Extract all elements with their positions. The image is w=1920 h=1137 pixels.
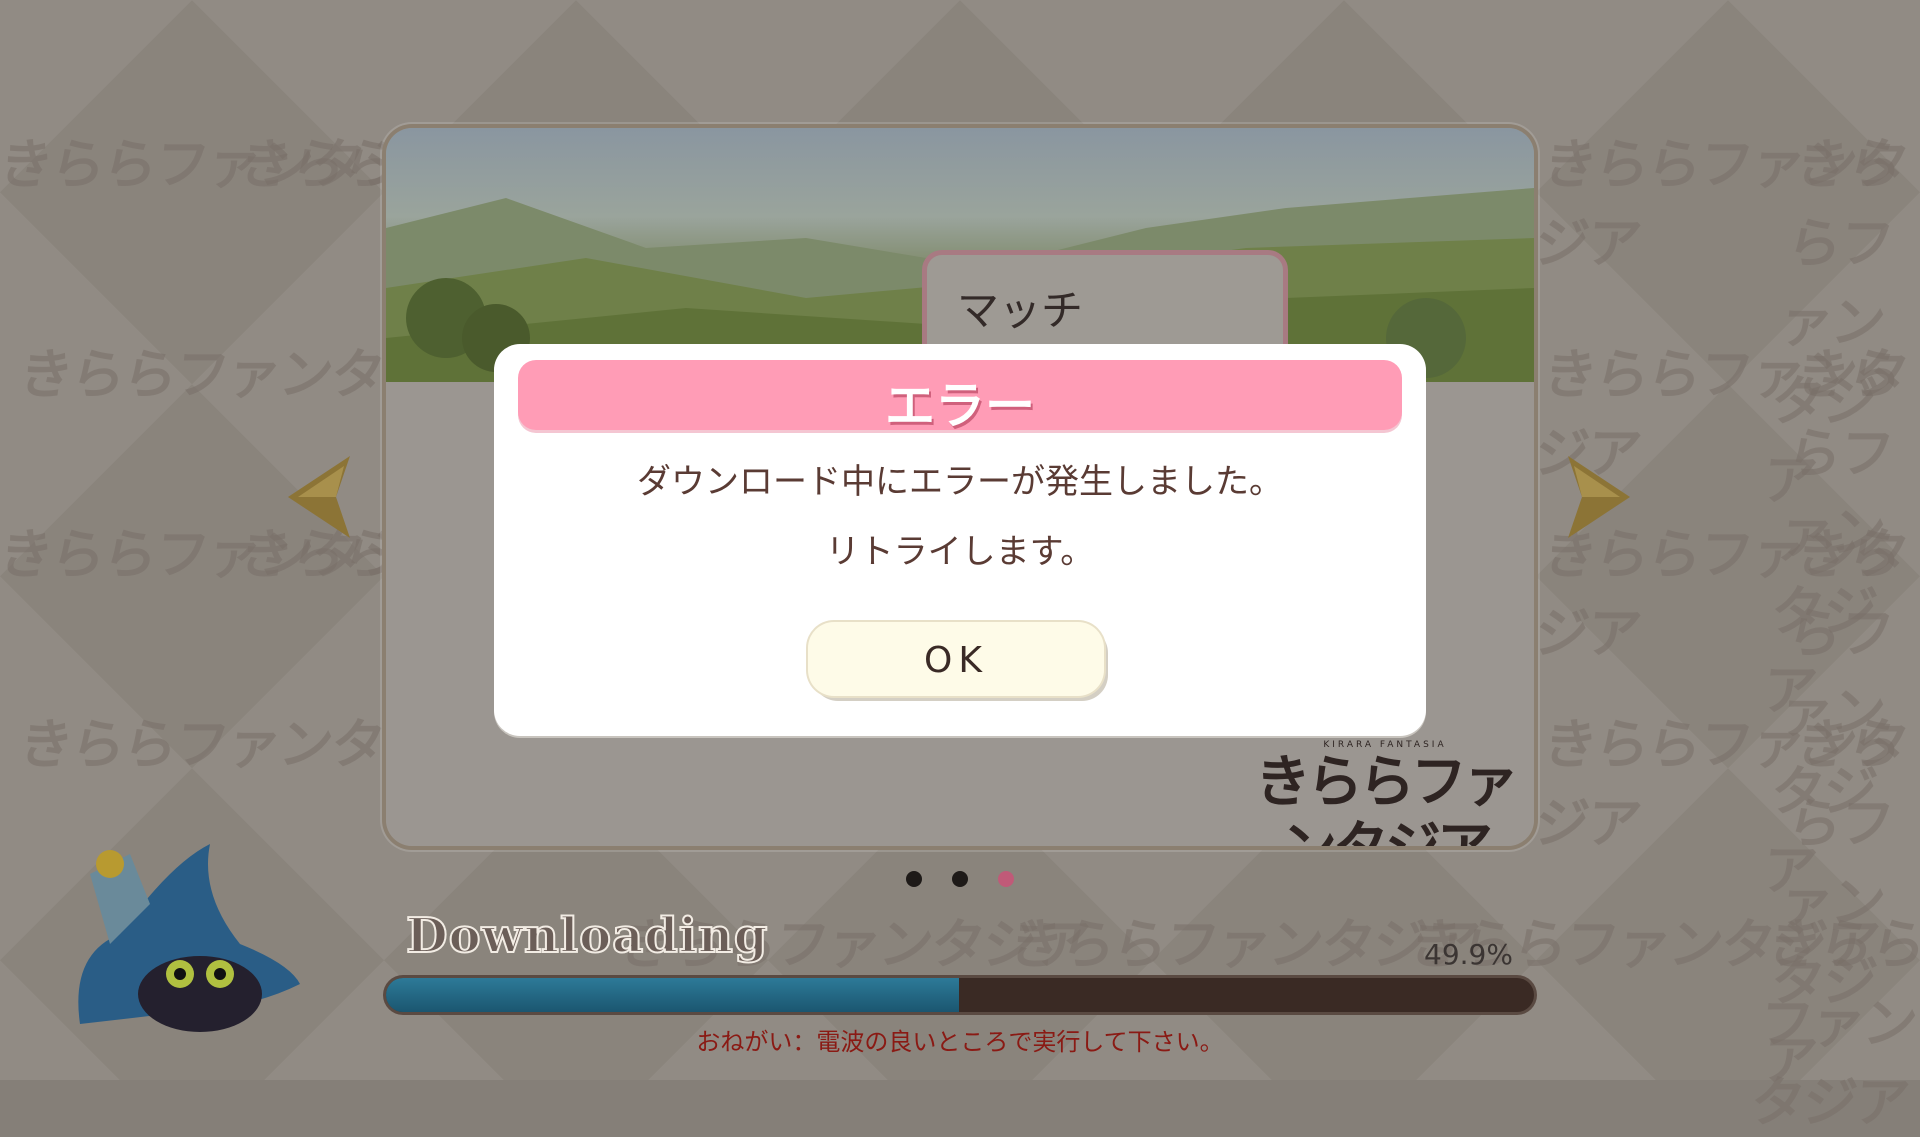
logo-subtitle: KIRARA FANTASIA <box>1323 740 1447 750</box>
carousel-dot[interactable] <box>906 871 922 887</box>
logo-text: きららファンタジア <box>1255 750 1519 846</box>
game-logo: KIRARA FANTASIA きららファンタジア <box>1250 740 1520 846</box>
watermark-logo: きららファンタジア <box>1747 913 1920 1134</box>
carousel-dot[interactable] <box>998 871 1014 887</box>
arrow-left-icon[interactable] <box>284 452 354 542</box>
ok-button[interactable]: OK <box>808 622 1104 696</box>
dialog-message-line2: リトライします。 <box>825 532 1095 572</box>
carousel-dot[interactable] <box>952 871 968 887</box>
error-dialog: エラー ダウンロード中にエラーが発生しました。 リトライします。 OK <box>494 344 1426 736</box>
dialog-header: エラー <box>518 360 1402 435</box>
network-notice: おねがい：電波の良いところで実行して下さい。 <box>696 1028 1224 1056</box>
ok-button-label: OK <box>924 640 988 681</box>
wizard-cat-mascot <box>78 844 300 1032</box>
download-percent: 49.9% <box>1424 938 1513 971</box>
download-progress-fill <box>386 978 959 1012</box>
dialog-title: エラー <box>885 377 1035 435</box>
download-progress-bar <box>386 978 1534 1012</box>
dialog-message-line1: ダウンロード中にエラーが発生しました。 <box>637 462 1283 502</box>
downloading-title: Downloading <box>405 907 769 965</box>
arrow-right-icon[interactable] <box>1564 452 1634 542</box>
banner-sign-text: マッチ <box>957 286 1084 335</box>
